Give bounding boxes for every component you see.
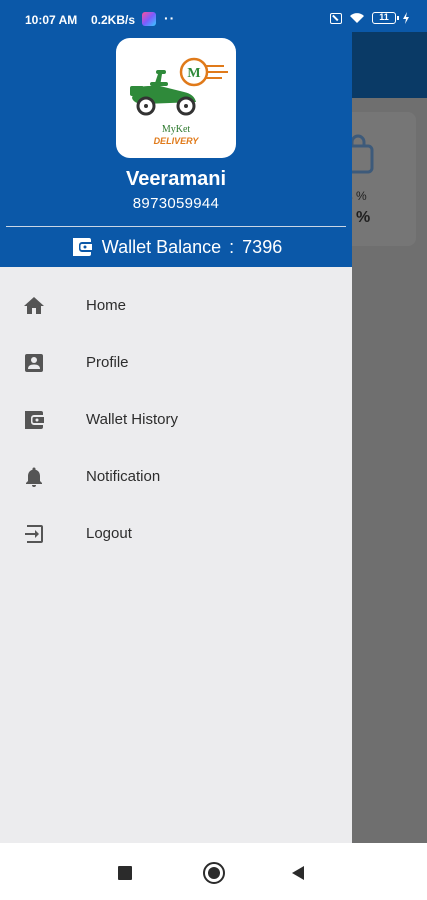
header-divider [6,226,346,227]
recents-button[interactable] [118,866,132,880]
wifi-icon [350,13,364,23]
wallet-balance-amount: 7396 [242,236,283,257]
back-button[interactable] [292,866,304,880]
drawer-menu: Home Profile Wallet History Notification [0,277,352,562]
system-navigation-bar [0,843,427,900]
wallet-balance: Wallet Balance : 7396 [0,233,352,261]
menu-item-wallet-history[interactable]: Wallet History [0,391,352,448]
status-network-speed: 0.2KB/s [91,13,136,27]
logo-brand-subtext: DELIVERY [153,136,199,146]
menu-item-logout[interactable]: Logout [0,505,352,562]
scooter-logo-icon: M [130,57,228,116]
charging-icon [403,12,409,24]
user-phone: 8973059944 [132,195,220,212]
bell-icon [26,467,42,487]
menu-item-label: Notification [86,468,161,485]
menu-item-label: Wallet History [86,411,178,428]
logout-icon [25,524,43,543]
wallet-icon [25,410,44,429]
background-card-value: % [356,209,371,226]
wallet-icon [72,238,92,256]
wallet-balance-label: Wallet Balance [101,236,222,257]
battery-icon: 11 [372,12,399,24]
app-notification-icon [142,12,156,26]
status-time: 10:07 AM [25,13,78,27]
menu-item-label: Profile [86,354,129,371]
logo-badge-letter: M [187,66,200,81]
status-bar: 10:07 AM 0.2KB/s ·· 11 [0,0,427,32]
menu-item-notification[interactable]: Notification [0,448,352,505]
menu-item-home[interactable]: Home [0,277,352,334]
no-sim-icon [330,12,342,24]
more-notifications-icon: ·· [164,10,176,26]
profile-icon [25,353,43,372]
home-button[interactable] [203,862,225,884]
home-icon [24,296,44,314]
logo-brand-text: MyKet [161,124,191,135]
wallet-balance-separator: : [229,236,235,257]
menu-item-profile[interactable]: Profile [0,334,352,391]
app-logo: M MyKet DELIVERY [116,38,236,158]
status-indicators: 11 [330,11,409,25]
drawer-header: M MyKet DELIVERY Veeramani 8973059944 Wa… [0,32,352,267]
navigation-drawer: M MyKet DELIVERY Veeramani 8973059944 Wa… [0,32,352,843]
menu-item-label: Logout [86,525,132,542]
menu-item-label: Home [86,297,127,314]
user-name: Veeramani [125,168,227,190]
